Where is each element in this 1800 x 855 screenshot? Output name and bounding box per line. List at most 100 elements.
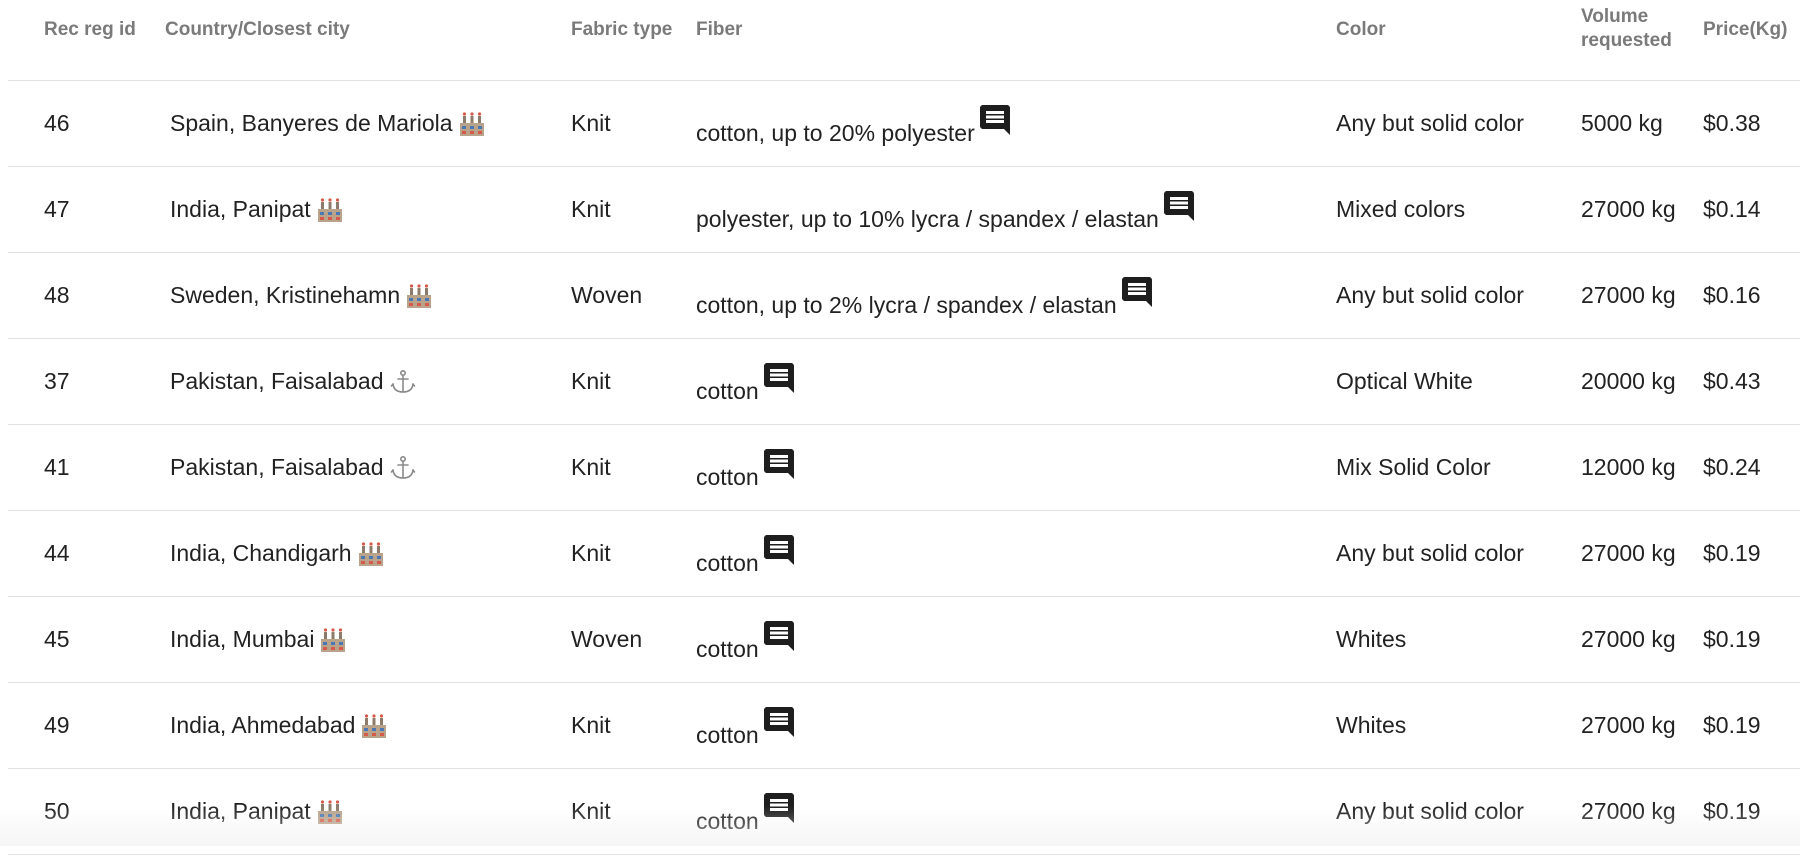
location-text: India, Panipat xyxy=(170,798,311,825)
column-header-fabric-type[interactable]: Fabric type xyxy=(571,18,672,42)
cell-location: Pakistan, Faisalabad xyxy=(170,339,416,424)
cell-rec-reg-id: 47 xyxy=(44,167,70,252)
cell-location: India, Panipat xyxy=(170,769,343,854)
location-text: Pakistan, Faisalabad xyxy=(170,368,384,395)
table-row[interactable]: 50India, PanipatKnitcottonAny but solid … xyxy=(8,769,1800,855)
factory-icon xyxy=(317,197,343,223)
cell-location: Spain, Banyeres de Mariola xyxy=(170,81,485,166)
fiber-text: cotton xyxy=(696,532,759,577)
cell-color: Any but solid color xyxy=(1336,769,1524,854)
cell-rec-reg-id: 45 xyxy=(44,597,70,682)
fiber-text: polyester, up to 10% lycra / spandex / e… xyxy=(696,188,1159,233)
cell-fabric-type: Knit xyxy=(571,81,611,166)
cell-color: Whites xyxy=(1336,597,1406,682)
cell-location: India, Mumbai xyxy=(170,597,346,682)
comment-icon[interactable] xyxy=(761,446,797,482)
cell-volume: 27000 kg xyxy=(1581,597,1676,682)
cell-price: $0.24 xyxy=(1703,425,1761,510)
cell-rec-reg-id: 48 xyxy=(44,253,70,338)
cell-fiber: cotton xyxy=(696,446,797,491)
cell-rec-reg-id: 41 xyxy=(44,425,70,510)
factory-icon xyxy=(361,713,387,739)
cell-color: Any but solid color xyxy=(1336,253,1524,338)
cell-fabric-type: Woven xyxy=(571,253,642,338)
cell-location: Pakistan, Faisalabad xyxy=(170,425,416,510)
column-header-volume-requested[interactable]: Volume requested xyxy=(1581,5,1672,53)
column-header-color[interactable]: Color xyxy=(1336,18,1386,42)
requests-table: Rec reg id Country/Closest city Fabric t… xyxy=(8,0,1800,855)
cell-color: Any but solid color xyxy=(1336,81,1524,166)
location-text: Sweden, Kristinehamn xyxy=(170,282,400,309)
cell-color: Mixed colors xyxy=(1336,167,1465,252)
cell-volume: 27000 kg xyxy=(1581,683,1676,768)
fiber-text: cotton xyxy=(696,360,759,405)
location-text: Spain, Banyeres de Mariola xyxy=(170,110,453,137)
cell-price: $0.19 xyxy=(1703,683,1761,768)
table-row[interactable]: 45India, MumbaiWovencottonWhites27000 kg… xyxy=(8,597,1800,683)
cell-volume: 27000 kg xyxy=(1581,253,1676,338)
factory-icon xyxy=(317,799,343,825)
cell-price: $0.43 xyxy=(1703,339,1761,424)
table-row[interactable]: 41Pakistan, FaisalabadKnitcottonMix Soli… xyxy=(8,425,1800,511)
comment-icon[interactable] xyxy=(1161,188,1197,224)
table-row[interactable]: 48 Sweden, Kristinehamn Woven cotton, up t… xyxy=(8,253,1800,339)
column-header-fiber[interactable]: Fiber xyxy=(696,18,742,42)
cell-volume: 27000 kg xyxy=(1581,167,1676,252)
cell-volume: 12000 kg xyxy=(1581,425,1676,510)
cell-volume: 5000 kg xyxy=(1581,81,1663,166)
cell-price: $0.16 xyxy=(1703,253,1761,338)
table-row[interactable]: 44 India, Chandigarh Knit cotton Any but sol… xyxy=(8,511,1800,597)
table-header: Rec reg id Country/Closest city Fabric t… xyxy=(8,0,1800,81)
cell-fiber: cotton xyxy=(696,532,797,577)
column-header-volume-line1: Volume xyxy=(1581,5,1672,29)
cell-fabric-type: Knit xyxy=(571,511,611,596)
cell-color: Any but solid color xyxy=(1336,511,1524,596)
cell-fiber: cotton xyxy=(696,618,797,663)
comment-icon[interactable] xyxy=(761,704,797,740)
column-header-price[interactable]: Price(Kg) xyxy=(1703,18,1787,42)
cell-price: $0.19 xyxy=(1703,511,1761,596)
location-text: India, Mumbai xyxy=(170,626,314,653)
comment-icon[interactable] xyxy=(1119,274,1155,310)
cell-fiber: cotton, up to 20% polyester xyxy=(696,102,1013,147)
cell-fabric-type: Knit xyxy=(571,167,611,252)
column-header-country-city[interactable]: Country/Closest city xyxy=(165,18,350,42)
location-text: India, Panipat xyxy=(170,196,311,223)
table-row[interactable]: 47 India, Panipat Knit polyester, up to 10%… xyxy=(8,167,1800,253)
cell-rec-reg-id: 37 xyxy=(44,339,70,424)
comment-icon[interactable] xyxy=(761,618,797,654)
cell-price: $0.19 xyxy=(1703,597,1761,682)
fiber-text: cotton, up to 2% lycra / spandex / elast… xyxy=(696,274,1117,319)
comment-icon[interactable] xyxy=(761,360,797,396)
factory-icon xyxy=(406,283,432,309)
cell-color: Whites xyxy=(1336,683,1406,768)
factory-icon xyxy=(320,627,346,653)
comment-icon[interactable] xyxy=(761,790,797,826)
location-text: India, Chandigarh xyxy=(170,540,352,567)
cell-color: Optical White xyxy=(1336,339,1473,424)
table-row[interactable]: 46Spain, Banyeres de MariolaKnitcotton, … xyxy=(8,81,1800,167)
table-row[interactable]: 37Pakistan, FaisalabadKnitcottonOptical … xyxy=(8,339,1800,425)
cell-location: Sweden, Kristinehamn xyxy=(170,253,432,338)
cell-price: $0.19 xyxy=(1703,769,1761,854)
anchor-icon xyxy=(390,455,416,481)
cell-location: India, Chandigarh xyxy=(170,511,384,596)
comment-icon[interactable] xyxy=(761,532,797,568)
cell-volume: 27000 kg xyxy=(1581,511,1676,596)
fiber-text: cotton xyxy=(696,618,759,663)
cell-color: Mix Solid Color xyxy=(1336,425,1491,510)
factory-icon xyxy=(459,111,485,137)
location-text: India, Ahmedabad xyxy=(170,712,355,739)
comment-icon[interactable] xyxy=(977,102,1013,138)
cell-fiber: cotton xyxy=(696,360,797,405)
cell-fiber: cotton, up to 2% lycra / spandex / elast… xyxy=(696,274,1155,319)
anchor-icon xyxy=(390,369,416,395)
cell-rec-reg-id: 49 xyxy=(44,683,70,768)
table-row[interactable]: 49India, AhmedabadKnitcottonWhites27000 … xyxy=(8,683,1800,769)
cell-location: India, Ahmedabad xyxy=(170,683,387,768)
cell-rec-reg-id: 44 xyxy=(44,511,70,596)
factory-icon xyxy=(358,541,384,567)
cell-rec-reg-id: 50 xyxy=(44,769,70,854)
fiber-text: cotton, up to 20% polyester xyxy=(696,102,975,147)
column-header-rec-reg-id[interactable]: Rec reg id xyxy=(44,18,136,42)
